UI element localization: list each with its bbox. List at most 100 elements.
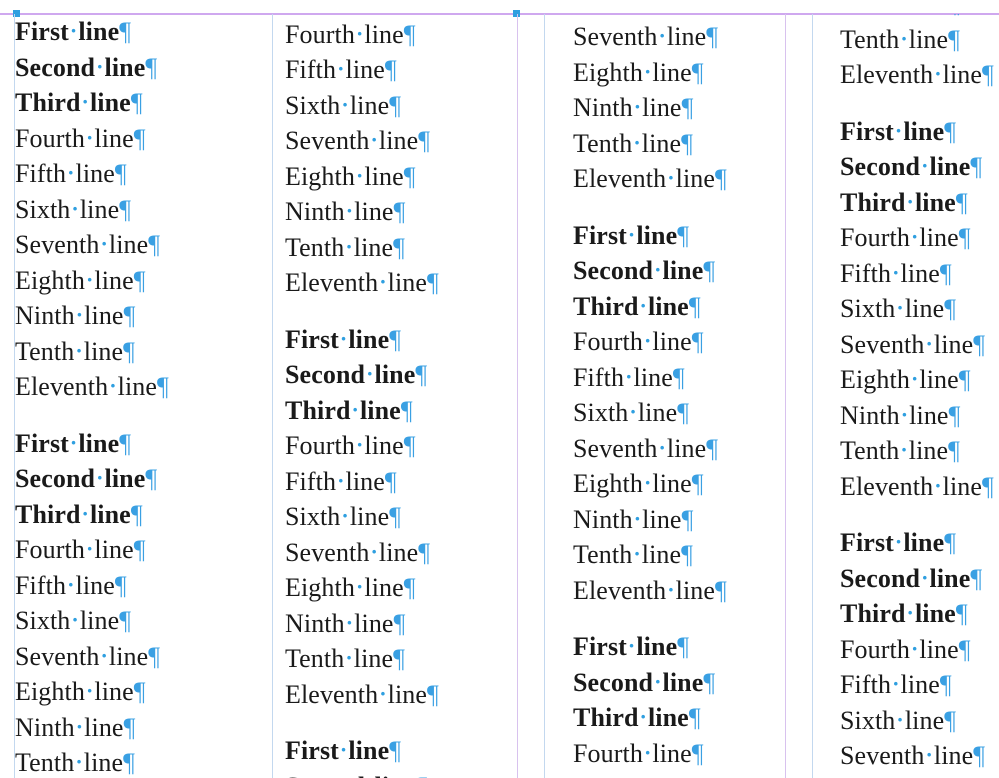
space-dot-icon: ·: [896, 706, 904, 732]
document-line[interactable]: Eleventh·line¶: [573, 161, 813, 197]
document-line[interactable]: Seventh·line¶: [285, 535, 545, 571]
document-line[interactable]: Tenth·line¶: [285, 230, 545, 266]
document-line[interactable]: Third·line¶: [840, 185, 999, 221]
pilcrow-icon: ¶: [148, 230, 161, 259]
document-line[interactable]: Ninth·line¶: [573, 502, 813, 538]
text-column-3[interactable]: First·line¶Second·line¶Third·line¶Fourth…: [545, 14, 813, 778]
document-line[interactable]: Ninth·line¶: [285, 606, 545, 642]
document-line[interactable]: Third·line¶: [573, 289, 813, 325]
document-line[interactable]: Ninth·line¶: [15, 710, 273, 746]
document-line[interactable]: Ninth·line¶: [573, 90, 813, 126]
document-line[interactable]: Eighth·line¶: [15, 263, 273, 299]
document-line[interactable]: First·line¶: [285, 733, 545, 769]
document-line[interactable]: Tenth·line¶: [285, 641, 545, 677]
document-line[interactable]: First·line¶: [573, 629, 813, 665]
document-line[interactable]: Ninth·line¶: [15, 298, 273, 334]
document-line[interactable]: Third·line¶: [840, 596, 999, 632]
document-line[interactable]: Seventh·line¶: [840, 327, 999, 363]
document-line[interactable]: Eighth·line¶: [840, 362, 999, 398]
document-line[interactable]: Eleventh·line¶: [15, 369, 273, 405]
document-line[interactable]: Ninth·line¶: [840, 398, 999, 434]
word: Sixth: [15, 606, 71, 635]
document-line[interactable]: Ninth·line¶: [840, 14, 999, 22]
document-line[interactable]: Fifth·line¶: [15, 156, 273, 192]
document-line[interactable]: Fourth·line¶: [840, 220, 999, 256]
document-line[interactable]: First·line¶: [840, 114, 999, 150]
text-column-1[interactable]: First·line¶ Second·line¶ Third·line¶ Fourth…: [0, 14, 273, 778]
document-line[interactable]: Second·line¶: [15, 461, 273, 497]
document-line[interactable]: Tenth·line¶: [573, 537, 813, 573]
document-line[interactable]: Tenth·line¶: [840, 433, 999, 469]
document-line[interactable]: Sixth·line¶: [285, 88, 545, 124]
document-line[interactable]: Third·line¶: [285, 393, 545, 429]
document-line[interactable]: First·line¶: [285, 322, 545, 358]
document-line[interactable]: Second·line¶: [573, 253, 813, 289]
document-line[interactable]: Sixth·line¶: [840, 291, 999, 327]
document-line[interactable]: Sixth·line¶: [15, 192, 273, 228]
document-line[interactable]: Eighth·line¶: [840, 774, 999, 778]
document-line[interactable]: Eighth·line¶: [573, 466, 813, 502]
text-column-4[interactable]: First·line¶Second·line¶Third·line¶Fourth…: [813, 14, 999, 778]
document-line[interactable]: Tenth·line¶: [573, 126, 813, 162]
document-line[interactable]: Fourth·line¶: [285, 428, 545, 464]
document-line[interactable]: First·line¶: [15, 14, 273, 50]
document-line[interactable]: First·line¶: [15, 426, 273, 462]
pilcrow-icon: ¶: [389, 736, 402, 765]
document-line[interactable]: Seventh·line¶: [15, 227, 273, 263]
document-line[interactable]: Second·line¶: [15, 50, 273, 86]
document-line[interactable]: Second·line¶: [285, 769, 545, 778]
pilcrow-icon: ¶: [119, 194, 132, 224]
document-line[interactable]: Second·line¶: [285, 357, 545, 393]
document-line[interactable]: Second·line¶: [840, 561, 999, 597]
word: line: [345, 466, 385, 496]
pilcrow-icon: ¶: [691, 327, 704, 356]
document-line[interactable]: Seventh·line¶: [573, 19, 813, 55]
document-line[interactable]: Eleventh·line¶: [285, 265, 545, 301]
document-line[interactable]: Sixth·line¶: [15, 603, 273, 639]
document-line[interactable]: Eleventh·line¶: [840, 469, 999, 505]
document-line[interactable]: Fifth·line¶: [15, 568, 273, 604]
document-line[interactable]: Eighth·line¶: [285, 159, 545, 195]
document-line[interactable]: Eleventh·line¶: [573, 573, 813, 609]
document-line[interactable]: Fourth·line¶: [15, 121, 273, 157]
document-line[interactable]: Fifth·line¶: [840, 667, 999, 703]
space-dot-icon: ·: [921, 153, 929, 178]
document-line[interactable]: Fourth·line¶: [285, 17, 545, 53]
document-page[interactable]: First·line¶ Second·line¶ Third·line¶ Fourth…: [0, 0, 999, 778]
document-line[interactable]: Fifth·line¶: [573, 771, 813, 778]
document-line[interactable]: Second·line¶: [840, 149, 999, 185]
document-line[interactable]: Fifth·line¶: [285, 464, 545, 500]
document-line[interactable]: Fourth·line¶: [573, 736, 813, 772]
document-line[interactable]: Fourth·line¶: [15, 532, 273, 568]
document-line[interactable]: First·line¶: [573, 218, 813, 254]
document-line[interactable]: First·line¶: [840, 525, 999, 561]
document-line[interactable]: Sixth·line¶: [573, 395, 813, 431]
document-line[interactable]: Fifth·line¶: [840, 256, 999, 292]
space-dot-icon: ·: [67, 571, 75, 597]
text-column-2[interactable]: First·line¶Second·line¶Third·line¶Fourth…: [273, 14, 545, 778]
document-line[interactable]: Seventh·line¶: [573, 431, 813, 467]
document-line[interactable]: Third·line¶: [15, 85, 273, 121]
document-line[interactable]: Third·line¶: [15, 497, 273, 533]
document-line[interactable]: Tenth·line¶: [15, 745, 273, 778]
document-line[interactable]: Fourth·line¶: [573, 324, 813, 360]
document-line[interactable]: Seventh·line¶: [285, 123, 545, 159]
space-dot-icon: ·: [639, 704, 647, 729]
document-line[interactable]: Fifth·line¶: [285, 52, 545, 88]
document-line[interactable]: Eighth·line¶: [285, 570, 545, 606]
document-line[interactable]: Eleventh·line¶: [840, 57, 999, 93]
document-line[interactable]: Fifth·line¶: [573, 360, 813, 396]
document-line[interactable]: Tenth·line¶: [15, 334, 273, 370]
document-line[interactable]: Third·line¶: [573, 700, 813, 736]
document-line[interactable]: Eleventh·line¶: [285, 677, 545, 713]
document-line[interactable]: Second·line¶: [573, 665, 813, 701]
document-line[interactable]: Ninth·line¶: [285, 194, 545, 230]
document-line[interactable]: Tenth·line¶: [840, 22, 999, 58]
document-line[interactable]: Eighth·line¶: [573, 55, 813, 91]
document-line[interactable]: Seventh·line¶: [15, 639, 273, 675]
document-line[interactable]: Eighth·line¶: [15, 674, 273, 710]
document-line[interactable]: Fourth·line¶: [840, 632, 999, 668]
document-line[interactable]: Sixth·line¶: [285, 499, 545, 535]
document-line[interactable]: Sixth·line¶: [840, 703, 999, 739]
document-line[interactable]: Seventh·line¶: [840, 738, 999, 774]
